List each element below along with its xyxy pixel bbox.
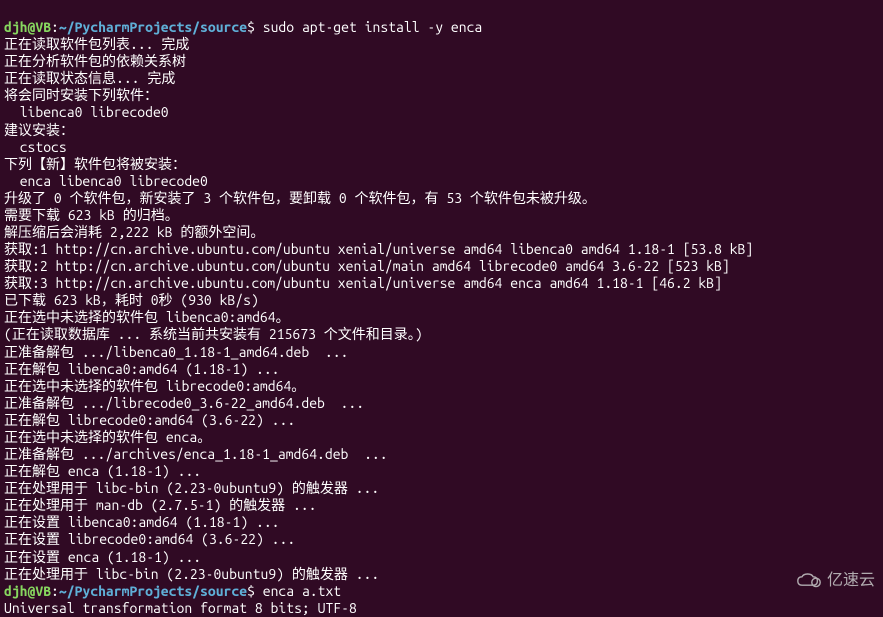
output-line: 正在处理用于 man-db (2.7.5-1) 的触发器 ...: [4, 497, 879, 514]
output-line: 获取:3 http://cn.archive.ubuntu.com/ubuntu…: [4, 275, 879, 292]
output-line: 正准备解包 .../librecode0_3.6-22_amd64.deb ..…: [4, 395, 879, 412]
output-line: 正在设置 libenca0:amd64 (1.18-1) ...: [4, 514, 879, 531]
prompt-colon: :: [51, 583, 59, 599]
output-line: 正在处理用于 libc-bin (2.23-0ubuntu9) 的触发器 ...: [4, 480, 879, 497]
output-line: 下列【新】软件包将被安装：: [4, 156, 879, 173]
output-line: 建议安装：: [4, 122, 879, 139]
cloud-icon: [795, 571, 823, 591]
output-line: 正在选中未选择的软件包 enca。: [4, 429, 879, 446]
prompt-colon: :: [51, 19, 59, 35]
terminal-output[interactable]: djh@VB:~/PycharmProjects/source$ sudo ap…: [4, 2, 879, 617]
output-line: 正在设置 enca (1.18-1) ...: [4, 549, 879, 566]
prompt-user-host: djh@VB: [4, 583, 51, 599]
output-line: 正在选中未选择的软件包 libenca0:amd64。: [4, 309, 879, 326]
output-line: 正准备解包 .../archives/enca_1.18-1_amd64.deb…: [4, 446, 879, 463]
prompt-line-1: djh@VB:~/PycharmProjects/source$ sudo ap…: [4, 19, 482, 35]
command-text: sudo apt-get install -y enca: [263, 19, 483, 35]
output-line: cstocs: [4, 139, 879, 156]
output-line: 正在处理用于 libc-bin (2.23-0ubuntu9) 的触发器 ...: [4, 566, 879, 583]
command-text: enca a.txt: [263, 583, 341, 599]
prompt-path: ~/PycharmProjects/source: [59, 583, 247, 599]
output-line: 正在解包 enca (1.18-1) ...: [4, 463, 879, 480]
output-line: Universal transformation format 8 bits; …: [4, 600, 879, 617]
output-line: 需要下载 623 kB 的归档。: [4, 207, 879, 224]
watermark-text: 亿速云: [827, 571, 875, 591]
prompt-line-2: djh@VB:~/PycharmProjects/source$ enca a.…: [4, 583, 341, 599]
output-line: 已下载 623 kB，耗时 0秒 (930 kB/s): [4, 292, 879, 309]
output-line: 正在选中未选择的软件包 librecode0:amd64。: [4, 378, 879, 395]
output-line: enca libenca0 librecode0: [4, 173, 879, 190]
prompt-path: ~/PycharmProjects/source: [59, 19, 247, 35]
output-line: libenca0 librecode0: [4, 104, 879, 121]
output-line: 正在设置 librecode0:amd64 (3.6-22) ...: [4, 531, 879, 548]
output-line: 正在读取软件包列表... 完成: [4, 36, 879, 53]
prompt-dollar: $: [247, 583, 263, 599]
output-line: 正在分析软件包的依赖关系树: [4, 53, 879, 70]
prompt-user-host: djh@VB: [4, 19, 51, 35]
watermark: 亿速云: [795, 571, 875, 591]
output-line: 正在解包 libenca0:amd64 (1.18-1) ...: [4, 361, 879, 378]
output-line: (正在读取数据库 ... 系统当前共安装有 215673 个文件和目录。): [4, 326, 879, 343]
output-line: 将会同时安装下列软件：: [4, 87, 879, 104]
output-line: 获取:2 http://cn.archive.ubuntu.com/ubuntu…: [4, 258, 879, 275]
output-line: 正在读取状态信息... 完成: [4, 70, 879, 87]
output-line: 升级了 0 个软件包，新安装了 3 个软件包，要卸载 0 个软件包，有 53 个…: [4, 190, 879, 207]
output-line: 解压缩后会消耗 2,222 kB 的额外空间。: [4, 224, 879, 241]
output-line: 正准备解包 .../libenca0_1.18-1_amd64.deb ...: [4, 344, 879, 361]
output-line: 正在解包 librecode0:amd64 (3.6-22) ...: [4, 412, 879, 429]
prompt-dollar: $: [247, 19, 263, 35]
output-line: 获取:1 http://cn.archive.ubuntu.com/ubuntu…: [4, 241, 879, 258]
